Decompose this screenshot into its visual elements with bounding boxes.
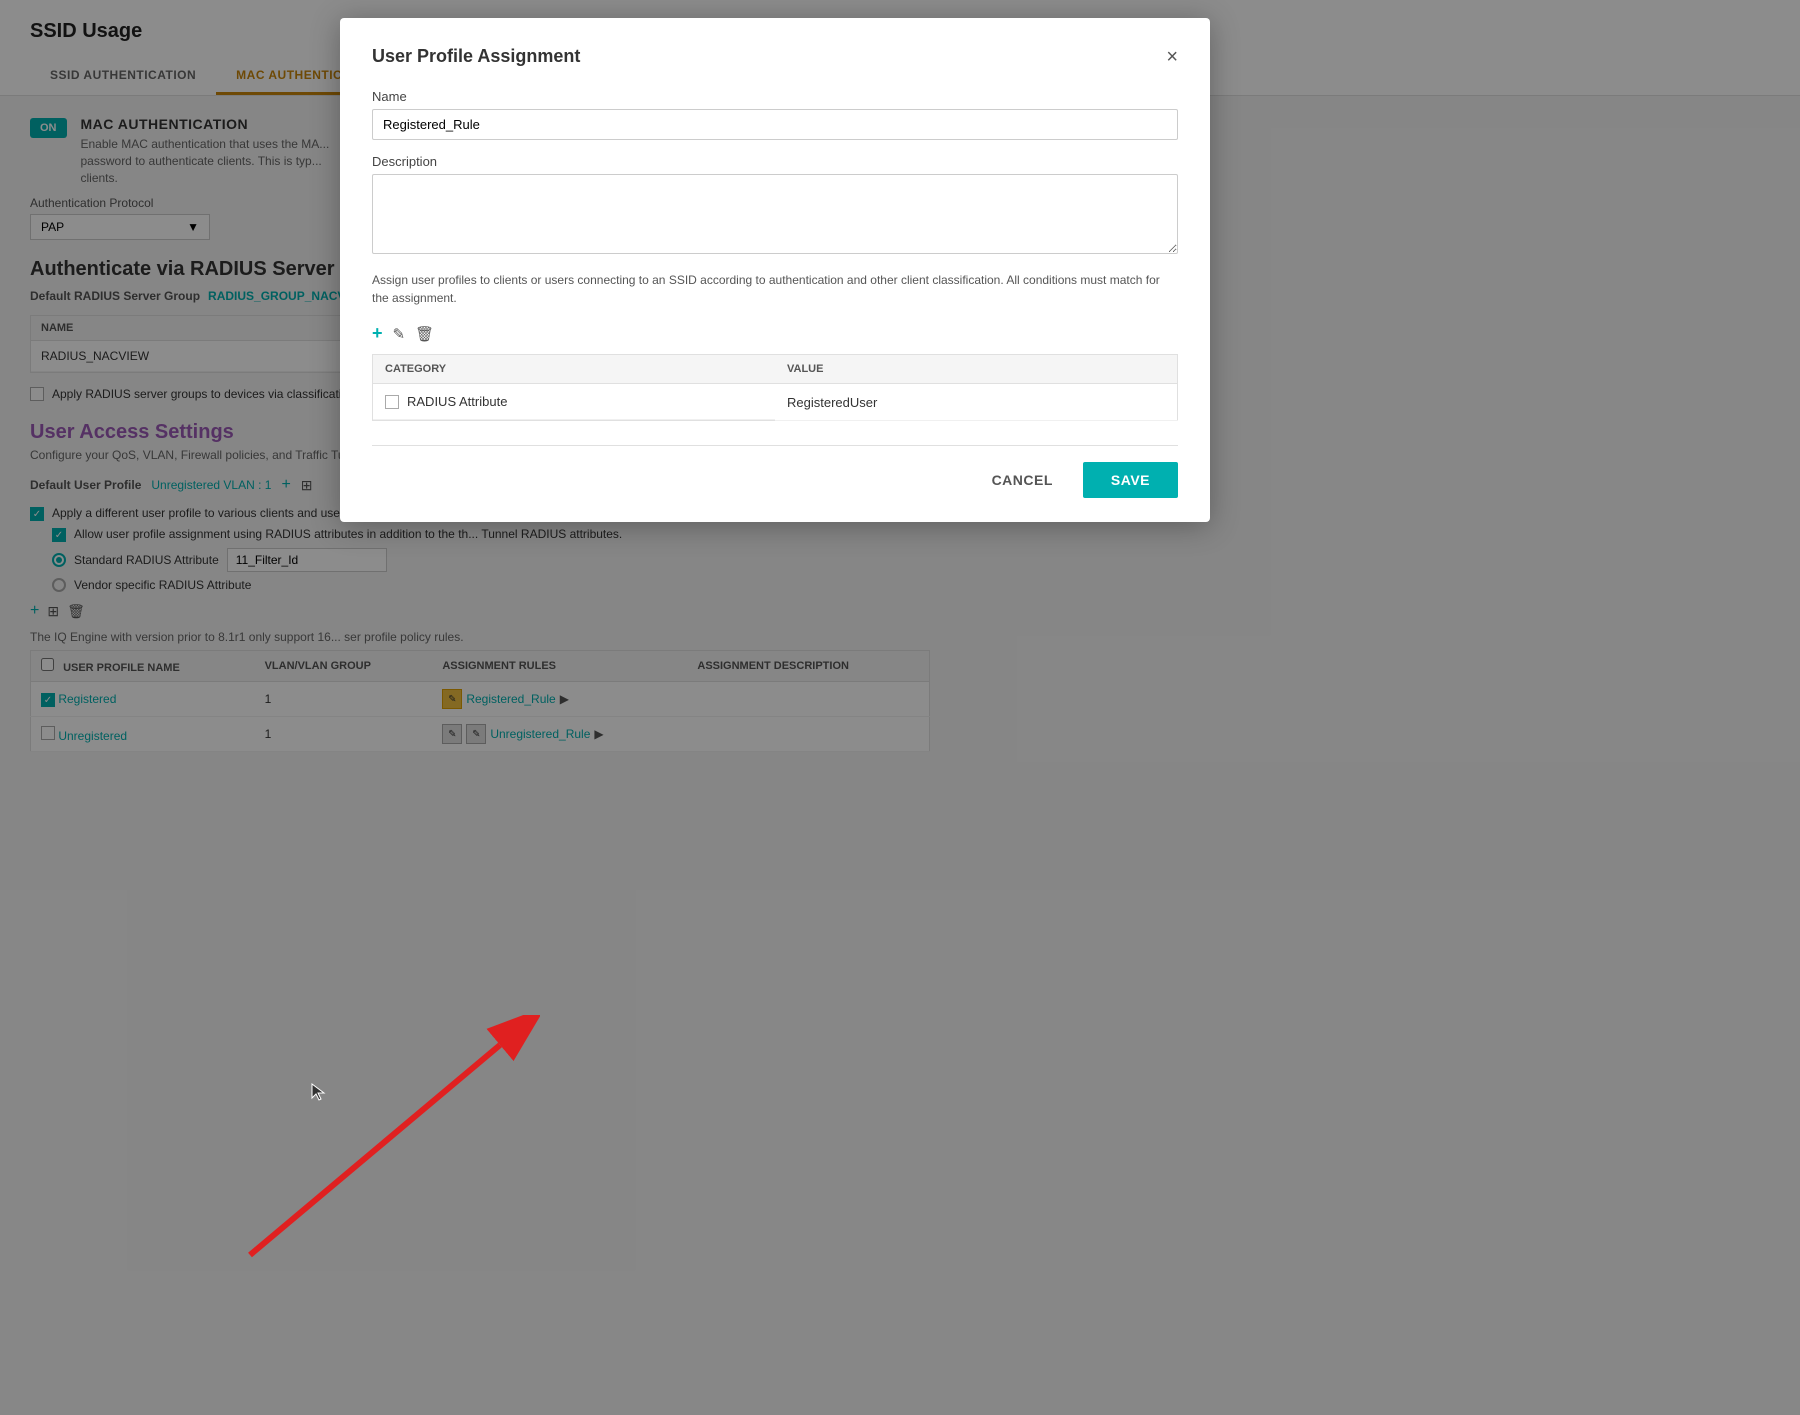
name-input[interactable] [372,109,1178,140]
modal-add-btn[interactable]: + [372,323,383,344]
row-checkbox[interactable] [385,395,399,409]
conditions-table: CATEGORY VALUE RADIUS Attribute Register… [372,354,1178,421]
cancel-button[interactable]: CANCEL [976,464,1069,496]
condition-row: RADIUS Attribute RegisteredUser [373,384,1178,421]
modal-close-button[interactable]: × [1166,47,1178,67]
modal-info-text: Assign user profiles to clients or users… [372,271,1178,307]
modal-delete-btn[interactable]: 🗑 [415,325,434,343]
description-field-label: Description [372,154,1178,169]
col-value: VALUE [775,355,1178,384]
name-field-label: Name [372,89,1178,104]
description-textarea[interactable] [372,174,1178,254]
col-category: CATEGORY [373,355,776,384]
modal-edit-btn[interactable]: ✎ [393,325,406,343]
user-profile-assignment-modal: User Profile Assignment × Name Descripti… [340,18,1210,522]
save-button[interactable]: SAVE [1083,462,1178,498]
value-cell: RegisteredUser [775,384,1178,421]
modal-title: User Profile Assignment [372,46,580,67]
category-value: RADIUS Attribute [407,394,507,409]
